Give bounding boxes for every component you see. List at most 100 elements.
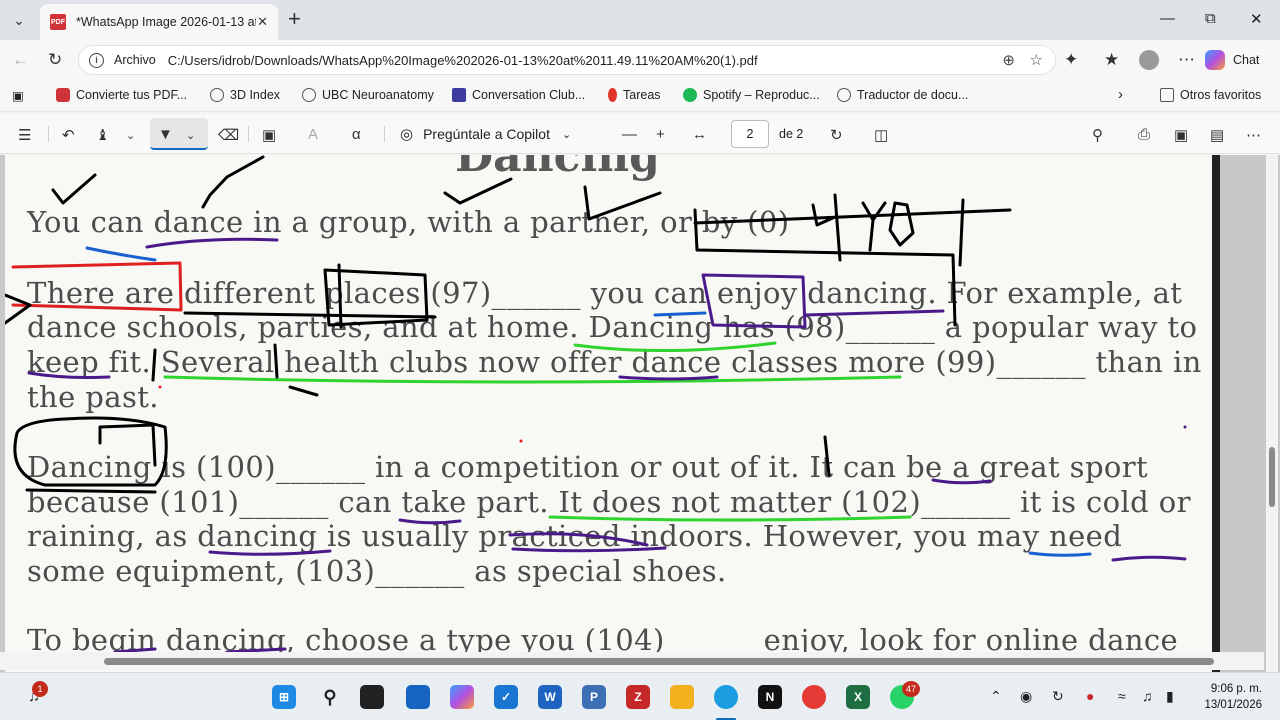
search-icon[interactable]: ⚲	[318, 685, 342, 709]
print-icon[interactable]: ⎙	[1138, 126, 1150, 143]
favorite-item[interactable]: Convierte tus PDF...	[56, 88, 187, 102]
page-number-input[interactable]: 2	[731, 120, 769, 148]
info-icon[interactable]: i	[89, 52, 104, 68]
whatsapp-badge: 47	[902, 681, 920, 697]
favorite-label: Spotify – Reproduc...	[703, 88, 820, 102]
other-favorites[interactable]: Otros favoritos	[1160, 88, 1261, 102]
read-aloud-icon[interactable]: A	[308, 126, 318, 143]
edge-icon[interactable]	[714, 685, 738, 709]
back-icon[interactable]: ←	[12, 50, 29, 70]
page-border	[1212, 155, 1220, 672]
vertical-scrollbar[interactable]	[1266, 155, 1278, 672]
sync-icon[interactable]: ↻	[1052, 688, 1064, 705]
more-options-icon[interactable]: ⋯	[1246, 126, 1261, 144]
copilot-icon	[1205, 50, 1225, 70]
tab-actions-chevron-icon[interactable]: ⌄	[6, 7, 32, 33]
page-total: de 2	[779, 127, 804, 141]
navigation-bar: ← ↻ i Archivo C:/Users/idrob/Downloads/W…	[0, 40, 1280, 80]
vertical-scroll-thumb[interactable]	[1269, 447, 1275, 507]
favorite-label: Convierte tus PDF...	[76, 88, 188, 102]
battery-icon[interactable]: ▮	[1166, 688, 1174, 705]
globe-icon	[210, 88, 224, 102]
notion-icon[interactable]: N	[758, 685, 782, 709]
zoom-in-icon[interactable]: +	[656, 126, 665, 143]
document-viewer[interactable]: Dancing You can dance in a group, with a…	[0, 155, 1280, 672]
favorite-label: Conversation Club...	[472, 88, 586, 102]
task-view-icon[interactable]	[360, 685, 384, 709]
chevron-right-icon[interactable]: ›	[1118, 86, 1123, 103]
rotate-icon[interactable]: ↻	[830, 126, 843, 144]
file-explorer-icon[interactable]	[670, 685, 694, 709]
tab-active[interactable]: PDF *WhatsApp Image 2026-01-13 at 11.49.…	[40, 4, 278, 40]
heart-icon	[56, 88, 70, 102]
zotero-icon[interactable]: Z	[626, 685, 650, 709]
chat-label: Chat	[1233, 53, 1260, 67]
close-tab-icon[interactable]: ✕	[257, 14, 268, 30]
start-icon[interactable]: ⊞	[272, 685, 296, 709]
horizontal-scroll-thumb[interactable]	[104, 658, 1214, 665]
contents-list-icon[interactable]: ☰	[18, 126, 31, 144]
favorite-item[interactable]: Spotify – Reproduc...	[683, 88, 820, 102]
tab-strip: ⌄ PDF *WhatsApp Image 2026-01-13 at 11.4…	[0, 0, 1280, 40]
refresh-icon[interactable]: ↻	[48, 50, 62, 70]
extensions-icon[interactable]: ✦	[1064, 50, 1078, 70]
notification-badge: 1	[32, 681, 48, 697]
clock-time: 9:06 p. m.	[1210, 683, 1262, 695]
favorite-item[interactable]: UBC Neuroanatomy	[302, 88, 434, 102]
zoom-icon[interactable]: ⊕	[1002, 51, 1015, 69]
divider	[48, 126, 49, 142]
zoom-out-icon[interactable]: —	[622, 126, 637, 143]
new-tab-icon[interactable]: +	[288, 8, 301, 30]
show-hidden-icons-icon[interactable]: ⌃	[990, 688, 1002, 705]
profile-avatar[interactable]	[1139, 50, 1159, 70]
pdf-icon: PDF	[50, 14, 66, 30]
highlight-icon[interactable]: ♝	[96, 126, 109, 144]
chrome-icon[interactable]	[802, 685, 826, 709]
address-scheme-label: Archivo	[114, 53, 156, 67]
clock[interactable]: 9:06 p. m. 13/01/2026	[1196, 681, 1262, 713]
excel-icon[interactable]: X	[846, 685, 870, 709]
draw-pen-icon: ▼	[158, 126, 173, 143]
favorites-icon[interactable]: ★	[1104, 50, 1119, 70]
highlight-chevron-down-icon[interactable]: ⌄	[126, 129, 135, 142]
favorites-bar: ▣ Convierte tus PDF... 3D Index UBC Neur…	[0, 80, 1280, 112]
copilot-app-icon[interactable]	[450, 685, 474, 709]
more-menu-icon[interactable]: ⋯	[1178, 50, 1195, 70]
address-bar[interactable]: i Archivo C:/Users/idrob/Downloads/Whats…	[78, 45, 1056, 75]
wifi-icon[interactable]: ≈	[1118, 688, 1126, 704]
favorite-item[interactable]: Conversation Club...	[452, 88, 585, 102]
antivirus-icon[interactable]: ◉	[1020, 688, 1032, 705]
close-window-icon[interactable]: ✕	[1250, 10, 1263, 28]
translate-icon[interactable]: α	[352, 126, 361, 143]
word-icon[interactable]: W	[538, 685, 562, 709]
page-view-icon[interactable]: ◫	[874, 126, 888, 144]
pin-icon	[608, 88, 617, 102]
undo-icon[interactable]: ↶	[62, 126, 75, 144]
python-icon[interactable]: P	[582, 685, 606, 709]
ink-annotations	[5, 155, 1187, 654]
minimize-icon[interactable]: —	[1160, 10, 1175, 27]
favorites-toggle-icon[interactable]: ▣	[12, 88, 24, 103]
favorite-item[interactable]: 3D Index	[210, 88, 280, 102]
fit-width-icon[interactable]: ↔	[692, 126, 707, 143]
text-box-icon[interactable]: ▣	[262, 126, 276, 144]
copilot-icon: ◎	[400, 126, 414, 143]
save-icon[interactable]: ▣	[1174, 126, 1188, 144]
eraser-icon[interactable]: ⌫	[218, 126, 239, 144]
address-url[interactable]: C:/Users/idrob/Downloads/WhatsApp%20Imag…	[168, 53, 758, 68]
horizontal-scrollbar[interactable]	[0, 652, 1264, 670]
search-icon[interactable]: ⚲	[1092, 126, 1103, 144]
favorite-item[interactable]: Tareas	[608, 88, 661, 102]
favorite-star-icon[interactable]: ☆	[1030, 51, 1043, 69]
microphone-icon[interactable]: ●	[1086, 688, 1094, 704]
draw-chevron-down-icon[interactable]: ⌄	[186, 129, 195, 142]
volume-icon[interactable]: ♫	[1142, 688, 1153, 704]
copilot-chat-button[interactable]: Chat	[1205, 46, 1273, 74]
ask-copilot-button[interactable]: ◎ Pregúntale a Copilot ⌄	[400, 125, 571, 143]
favorite-item[interactable]: Traductor de docu...	[837, 88, 968, 102]
store-icon[interactable]	[406, 685, 430, 709]
save-as-icon[interactable]: ▤	[1210, 126, 1224, 144]
todo-icon[interactable]: ✓	[494, 685, 518, 709]
ask-copilot-label: Pregúntale a Copilot	[423, 126, 550, 142]
restore-icon[interactable]: ⧉	[1205, 10, 1216, 27]
